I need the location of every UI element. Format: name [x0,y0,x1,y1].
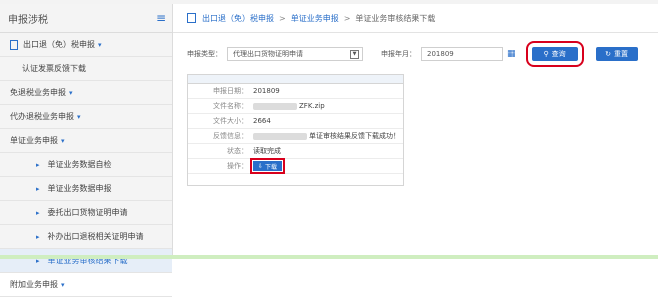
chevron-right-icon: ▸ [36,232,40,241]
sidebar-item-document-business[interactable]: 单证业务申报 ▾ [0,129,172,153]
menu-icon[interactable]: ≡ [156,11,166,25]
breadcrumb-item[interactable]: 出口退（免）税申报 [202,13,274,24]
detail-value: 单证审核结果反馈下载成功！ [309,132,400,140]
detail-value-wrap: ⇩ 下载 [249,158,403,174]
chevron-down-icon: ▼ [350,49,359,59]
breadcrumb-separator: > [279,13,286,23]
detail-row-date: 申报日期： 201809 [188,84,403,99]
detail-row-operation: 操作： ⇩ 下载 [188,158,403,174]
sidebar-header: 申报涉税 ≡ [0,4,172,33]
sidebar-item-reissue-certificate[interactable]: ▸ 补办出口退税相关证明申请 [0,225,172,249]
detail-key: 申报日期： [213,87,248,95]
download-button[interactable]: ⇩ 下载 [249,158,286,174]
reset-button[interactable]: ↻ 重置 [595,47,638,61]
detail-key: 状态： [227,147,248,155]
redacted-text [253,132,307,140]
sidebar-item-label: 免退税业务申报 [10,88,66,97]
card-header [188,75,403,84]
breadcrumb-item[interactable]: 单证业务申报 [291,13,339,24]
detail-key: 文件大小： [213,117,248,125]
detail-row-feedback: 反馈信息： 单证审核结果反馈下载成功！ [188,129,403,144]
detail-row-filename: 文件名称： ZFK.zip [188,99,403,114]
sidebar-item-label: 认证发票反馈下载 [22,64,86,73]
sidebar-item-label: 补办出口退税相关证明申请 [47,232,144,241]
redacted-text [253,102,297,110]
query-button[interactable]: ⚲ 查询 [525,41,584,67]
detail-value: 读取完成 [253,147,281,155]
detail-key: 反馈信息： [213,132,248,140]
chevron-down-icon: ▾ [77,112,81,121]
chevron-right-icon: ▸ [36,160,40,169]
sidebar-item-label: 附加业务申报 [10,280,58,289]
chevron-down-icon: ▾ [61,280,65,289]
search-icon: ⚲ [543,50,549,58]
type-label: 申报类型： [187,50,222,58]
detail-value-wrap: 单证审核结果反馈下载成功！ [253,131,403,141]
footer-strip [0,255,658,259]
sidebar: 申报涉税 ≡ 出口退（免）税申报 ▾ 认证发票反馈下载 免退税业务申报 ▾ 代办… [0,4,173,297]
sidebar-title: 申报涉税 [8,14,48,26]
period-label: 申报年月： [381,50,416,58]
detail-value: 201809 [253,87,280,95]
breadcrumb: 出口退（免）税申报 > 单证业务申报 > 单证业务审核结果下载 [173,4,658,33]
chevron-down-icon: ▾ [69,88,73,97]
sidebar-item-label: 单证业务数据自检 [47,160,112,169]
chevron-right-icon: ▸ [36,184,40,193]
download-icon: ⇩ [258,162,264,170]
breadcrumb-current: 单证业务审核结果下载 [355,13,436,23]
sidebar-item-label: 委托出口货物证明申请 [47,208,128,217]
sidebar-item-agent-refund[interactable]: 代办退税业务申报 ▾ [0,105,172,129]
sidebar-item-additional[interactable]: 附加业务申报 ▾ [0,273,172,297]
sidebar-item-exempt-refund[interactable]: 免退税业务申报 ▾ [0,81,172,105]
breadcrumb-separator: > [343,13,351,23]
chevron-right-icon: ▸ [36,208,40,217]
main-panel: 出口退（免）税申报 > 单证业务申报 > 单证业务审核结果下载 申报类型： 代理… [173,4,658,259]
document-icon [187,13,196,23]
sidebar-item-label: 代办退税业务申报 [10,112,74,121]
result-card: 申报日期： 201809 文件名称： ZFK.zip 文件大小： 2664 反馈… [187,74,404,186]
detail-row-size: 文件大小： 2664 [188,114,403,129]
period-value: 201809 [427,50,454,58]
type-select[interactable]: 代理出口货物证明申请 ▼ [227,47,363,61]
app-window: 申报涉税 ≡ 出口退（免）税申报 ▾ 认证发票反馈下载 免退税业务申报 ▾ 代办… [0,0,658,297]
reset-label: 重置 [613,50,628,58]
filter-bar: 申报类型： 代理出口货物证明申请 ▼ 申报年月： 201809 ▦ ⚲ 查询 ↻… [187,41,638,67]
chevron-down-icon: ▾ [61,136,65,145]
document-icon [10,39,18,50]
sidebar-item-invoice-feedback[interactable]: 认证发票反馈下载 [0,57,172,81]
sidebar-item-entrust-certificate[interactable]: ▸ 委托出口货物证明申请 [0,201,172,225]
sidebar-item-self-check[interactable]: ▸ 单证业务数据自检 [0,153,172,177]
type-select-value: 代理出口货物证明申请 [233,50,303,58]
refresh-icon: ↻ [605,50,611,58]
detail-value: 2664 [253,117,271,125]
sidebar-item-label: 出口退（免）税申报 [23,40,95,49]
detail-value-wrap: ZFK.zip [253,102,403,110]
download-label: 下载 [265,163,278,171]
detail-key: 文件名称： [213,102,248,110]
calendar-icon[interactable]: ▦ [507,49,516,59]
sidebar-item-audit-download[interactable]: ▸ 单证业务审核结果下载 [0,249,172,273]
detail-key: 操作： [227,162,248,170]
sidebar-item-export-tax[interactable]: 出口退（免）税申报 ▾ [0,33,172,57]
detail-value: ZFK.zip [299,102,325,110]
sidebar-item-data-declare[interactable]: ▸ 单证业务数据申报 [0,177,172,201]
detail-row-status: 状态： 读取完成 [188,144,403,159]
period-input[interactable]: 201809 [421,47,503,61]
chevron-down-icon: ▾ [98,40,102,49]
query-label: 查询 [551,50,566,58]
sidebar-item-label: 单证业务数据申报 [47,184,112,193]
sidebar-item-label: 单证业务申报 [10,136,58,145]
